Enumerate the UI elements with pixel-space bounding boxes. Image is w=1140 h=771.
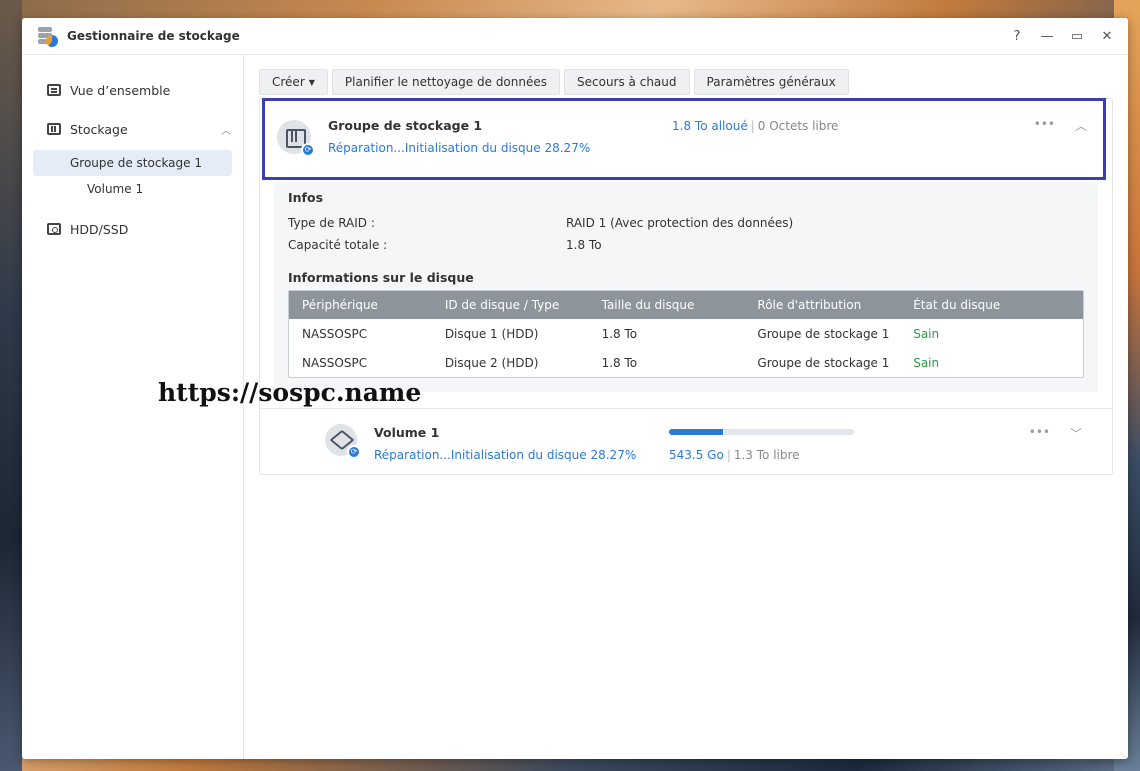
chevron-up-icon[interactable]: ︿ — [1075, 117, 1087, 134]
cell-device: NASSOSPC — [302, 355, 368, 370]
raid-type-value: RAID 1 (Avec protection des données) — [566, 216, 794, 230]
sidebar-item-label: Vue d’ensemble — [70, 82, 171, 98]
storage-pool-icon: ⟳ — [277, 120, 315, 157]
table-header: Périphérique ID de disque / Type Taille … — [289, 291, 1083, 319]
pool-allocation: 1.8 To alloué | 0 Octets libre — [672, 119, 839, 133]
hot-spare-button[interactable]: Secours à chaud — [564, 69, 690, 95]
disk-table: Périphérique ID de disque / Type Taille … — [288, 290, 1084, 378]
header-status[interactable]: État du disque — [913, 298, 1083, 312]
sidebar-item-storage-pool[interactable]: Groupe de stockage 1 — [33, 150, 232, 176]
volume-used: 543.5 Go — [669, 448, 724, 462]
table-row[interactable]: NASSOSPC Disque 2 (HDD) 1.8 To Groupe de… — [289, 348, 1083, 377]
info-title: Infos — [288, 190, 324, 205]
storage-pool-card: ⟳ Groupe de stockage 1 Réparation...Init… — [259, 98, 1113, 475]
minimize-icon[interactable]: — — [1040, 29, 1054, 44]
cell-role: Groupe de stockage 1 — [757, 355, 890, 370]
toolbar: Créer ▼ Planifier le nettoyage de données… — [259, 69, 1128, 95]
sidebar-item-label: Volume 1 — [87, 182, 144, 196]
cell-status: Sain — [913, 355, 940, 370]
table-row[interactable]: NASSOSPC Disque 1 (HDD) 1.8 To Groupe de… — [289, 319, 1083, 348]
volume-usage-fill — [669, 429, 723, 435]
header-role[interactable]: Rôle d'attribution — [757, 298, 913, 312]
pool-name: Groupe de stockage 1 — [328, 118, 483, 133]
capacity-row: Capacité totale : 1.8 To — [288, 234, 1084, 256]
raid-type-row: Type de RAID : RAID 1 (Avec protection d… — [288, 212, 1084, 234]
cell-role: Groupe de stockage 1 — [757, 326, 890, 341]
maximize-icon[interactable]: ▭ — [1070, 29, 1084, 44]
sidebar-item-storage[interactable]: Stockage ︿ — [22, 116, 243, 142]
close-icon[interactable]: ✕ — [1100, 29, 1114, 44]
wallpaper-left — [0, 0, 22, 771]
cell-disk-size: 1.8 To — [601, 355, 638, 370]
pool-status: Réparation...Initialisation du disque 28… — [328, 141, 591, 155]
more-options-icon[interactable]: ••• — [1034, 117, 1055, 134]
sidebar-item-label: Stockage — [70, 121, 128, 137]
header-disk-id[interactable]: ID de disque / Type — [445, 298, 602, 312]
disk-info-title: Informations sur le disque — [288, 270, 474, 285]
title-bar: Gestionnaire de stockage ? — ▭ ✕ — [22, 18, 1128, 55]
general-settings-button[interactable]: Paramètres généraux — [693, 69, 849, 95]
volume-usage-bar — [669, 429, 854, 435]
chevron-up-icon[interactable]: ︿ — [221, 122, 231, 137]
help-icon[interactable]: ? — [1010, 29, 1024, 44]
schedule-cleanup-button[interactable]: Planifier le nettoyage de données — [331, 69, 561, 95]
cell-disk-size: 1.8 To — [601, 326, 638, 341]
raid-type-label: Type de RAID : — [288, 216, 375, 230]
create-button[interactable]: Créer ▼ — [259, 69, 328, 95]
volume-name: Volume 1 — [374, 425, 440, 440]
pool-free: 0 Octets libre — [757, 119, 839, 133]
watermark: https://sospc.name — [158, 378, 422, 407]
sidebar-item-label: Groupe de stockage 1 — [70, 156, 202, 170]
sidebar-item-overview[interactable]: Vue d’ensemble — [22, 77, 243, 103]
volume-icon: ⟳ — [325, 424, 361, 459]
sync-badge-icon: ⟳ — [301, 143, 315, 157]
chevron-down-icon[interactable]: ﹀ — [1070, 425, 1082, 442]
overview-icon — [47, 84, 61, 96]
pool-details: Infos Type de RAID : RAID 1 (Avec protec… — [274, 182, 1098, 392]
header-device[interactable]: Périphérique — [289, 298, 445, 312]
cell-disk-id: Disque 1 (HDD) — [444, 326, 539, 341]
sync-badge-icon: ⟳ — [347, 445, 361, 459]
main-panel: Créer ▼ Planifier le nettoyage de données… — [259, 55, 1128, 759]
header-disk-size[interactable]: Taille du disque — [602, 298, 758, 312]
hdd-icon — [47, 223, 61, 235]
storage-icon — [47, 123, 61, 135]
window-title: Gestionnaire de stockage — [67, 29, 240, 43]
sidebar-item-label: HDD/SSD — [70, 221, 129, 237]
cell-device: NASSOSPC — [302, 326, 368, 341]
sidebar: Vue d’ensemble Stockage ︿ Groupe de stoc… — [22, 55, 244, 759]
cell-disk-id: Disque 2 (HDD) — [444, 355, 539, 370]
more-options-icon[interactable]: ••• — [1029, 425, 1050, 442]
cell-status: Sain — [913, 326, 940, 341]
volume-usage: 543.5 Go | 1.3 To libre — [669, 448, 800, 462]
volume-free: 1.3 To libre — [733, 448, 800, 462]
capacity-label: Capacité totale : — [288, 238, 388, 252]
capacity-value: 1.8 To — [566, 238, 602, 252]
sidebar-item-hdd[interactable]: HDD/SSD — [22, 216, 243, 242]
storage-pool-header[interactable]: ⟳ Groupe de stockage 1 Réparation...Init… — [262, 98, 1106, 180]
caret-down-icon: ▼ — [308, 77, 315, 87]
pool-allocated: 1.8 To alloué — [672, 119, 748, 133]
create-label: Créer — [272, 75, 305, 89]
volume-status: Réparation...Initialisation du disque 28… — [374, 448, 637, 462]
sidebar-item-volume[interactable]: Volume 1 — [33, 176, 232, 202]
storage-manager-icon — [36, 25, 58, 47]
volume-row[interactable]: ⟳ Volume 1 Réparation...Initialisation d… — [260, 408, 1112, 474]
